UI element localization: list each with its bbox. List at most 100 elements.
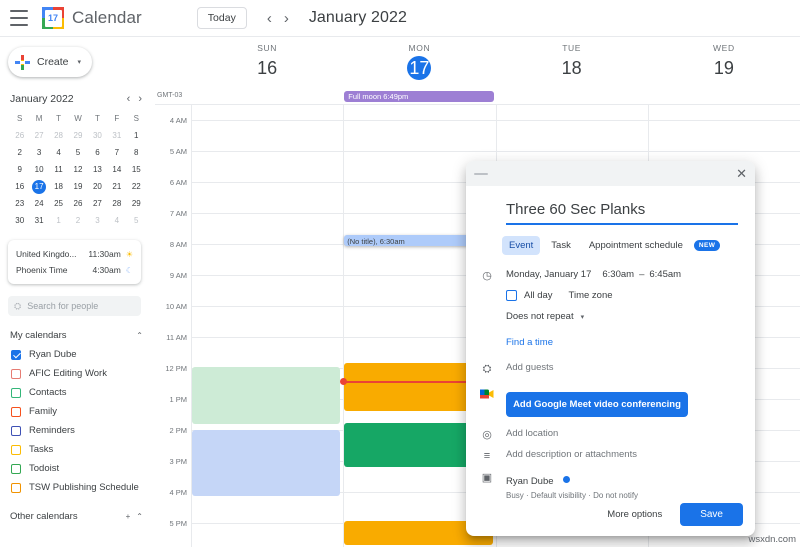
mini-calendar-day[interactable]: 2: [68, 214, 87, 228]
mini-calendar-day[interactable]: 25: [49, 197, 68, 211]
find-a-time-link[interactable]: Find a time: [506, 337, 553, 348]
chevron-up-icon-other[interactable]: ⌃: [133, 512, 146, 521]
more-options-button[interactable]: More options: [601, 504, 668, 525]
mini-calendar-day[interactable]: 5: [68, 146, 87, 160]
calendar-checkbox[interactable]: [11, 444, 21, 455]
calendar-checkbox[interactable]: [11, 368, 21, 379]
create-button[interactable]: Create ▾: [8, 47, 92, 77]
mini-calendar-day[interactable]: 12: [68, 163, 87, 177]
mini-calendar-day[interactable]: 28: [49, 129, 68, 143]
mini-calendar-day[interactable]: 11: [49, 163, 68, 177]
calendar-checkbox[interactable]: [11, 425, 21, 436]
mini-calendar-day[interactable]: 26: [10, 129, 29, 143]
calendar-list-item-7[interactable]: TSW Publishing Schedule: [0, 478, 155, 497]
add-location-row[interactable]: ◎ Add location: [482, 428, 741, 441]
chevron-up-icon[interactable]: ⌃: [133, 331, 146, 340]
add-description-row[interactable]: ≡ Add description or attachments: [484, 449, 741, 462]
mini-calendar-day[interactable]: 17: [32, 180, 47, 194]
all-day-row[interactable]: GMT-03 Full moon 6:49pm: [155, 89, 800, 105]
calendar-list-item-6[interactable]: Todoist: [0, 459, 155, 478]
drag-handle-icon[interactable]: [474, 172, 488, 175]
calendar-checkbox[interactable]: [11, 406, 21, 417]
mini-calendar-day[interactable]: 31: [29, 214, 48, 228]
calendar-list-item-0[interactable]: Ryan Dube: [0, 345, 155, 364]
day-header-wed[interactable]: WED 19: [648, 43, 800, 80]
mini-calendar-grid[interactable]: S M T W T F S 26 27 28 29 30 31 1 2 3 4 5 6 7 8 9 10 11 12 13 14 15…: [10, 112, 146, 228]
mini-calendar-day[interactable]: 9: [10, 163, 29, 177]
day-header-mon[interactable]: MON 17: [343, 43, 495, 80]
mini-calendar-day[interactable]: 3: [88, 214, 107, 228]
repeat-selector[interactable]: Does not repeat ▾: [506, 311, 741, 322]
mini-calendar-day[interactable]: 26: [68, 197, 87, 211]
add-other-calendar-icon[interactable]: +: [123, 512, 134, 521]
add-google-meet-button[interactable]: Add Google Meet video conferencing: [506, 392, 688, 417]
mini-calendar-day[interactable]: 4: [107, 214, 126, 228]
mini-calendar-day[interactable]: 24: [29, 197, 48, 211]
event-end-time[interactable]: 6:45am: [649, 269, 681, 280]
calendar-list-item-1[interactable]: AFIC Editing Work: [0, 364, 155, 383]
mini-calendar-day[interactable]: 10: [29, 163, 48, 177]
today-button[interactable]: Today: [196, 7, 247, 29]
mini-calendar-day[interactable]: 18: [49, 180, 68, 194]
mini-calendar-day[interactable]: 19: [68, 180, 87, 194]
mini-calendar-day[interactable]: 1: [127, 129, 146, 143]
mini-calendar-day[interactable]: 6: [88, 146, 107, 160]
mini-calendar-day[interactable]: 30: [10, 214, 29, 228]
all-day-checkbox[interactable]: [506, 290, 517, 301]
dialog-tab-appointment-schedule[interactable]: Appointment schedule: [582, 236, 690, 255]
mini-calendar-day[interactable]: 28: [107, 197, 126, 211]
all-day-event[interactable]: Full moon 6:49pm: [344, 91, 494, 102]
mini-calendar-day[interactable]: 4: [49, 146, 68, 160]
calendar-checkbox[interactable]: [11, 387, 21, 398]
other-calendars-header[interactable]: Other calendars + ⌃: [10, 511, 146, 522]
day-header-tue[interactable]: TUE 18: [496, 43, 648, 80]
calendar-list-item-4[interactable]: Reminders: [0, 421, 155, 440]
mini-calendar-day[interactable]: 15: [127, 163, 146, 177]
calendar-list-item-2[interactable]: Contacts: [0, 383, 155, 402]
mini-calendar-day[interactable]: 27: [88, 197, 107, 211]
mini-calendar-day[interactable]: 27: [29, 129, 48, 143]
search-people-input[interactable]: ⛭ Search for people: [8, 296, 141, 316]
event-title-input[interactable]: [506, 198, 738, 225]
mini-calendar-day[interactable]: 29: [127, 197, 146, 211]
mini-calendar-day[interactable]: 30: [88, 129, 107, 143]
mini-calendar-next-icon[interactable]: ›: [134, 93, 146, 105]
event-time-row[interactable]: ◷ Monday, January 17 6:30am – 6:45am: [482, 269, 741, 282]
next-period-icon[interactable]: ›: [278, 11, 295, 26]
calendar-checkbox[interactable]: [11, 463, 21, 474]
event-start-time[interactable]: 6:30am: [602, 269, 634, 280]
add-guests-placeholder[interactable]: Add guests: [506, 362, 554, 373]
mini-calendar-day[interactable]: 2: [10, 146, 29, 160]
dialog-header[interactable]: ✕: [466, 161, 755, 186]
calendar-checkbox[interactable]: [11, 349, 21, 360]
event-date[interactable]: Monday, January 17: [506, 269, 591, 280]
event-owner-row[interactable]: ▣ Ryan Dube Busy · Default visibility · …: [482, 471, 741, 500]
mini-calendar-day[interactable]: 8: [127, 146, 146, 160]
add-description-placeholder[interactable]: Add description or attachments: [506, 449, 637, 460]
calendar-event[interactable]: [192, 430, 341, 496]
mini-calendar-day[interactable]: 3: [29, 146, 48, 160]
mini-calendar-day[interactable]: 29: [68, 129, 87, 143]
mini-calendar-day[interactable]: 13: [88, 163, 107, 177]
calendar-checkbox[interactable]: [11, 482, 21, 493]
calendar-list-item-5[interactable]: Tasks: [0, 440, 155, 459]
mini-calendar-day[interactable]: 20: [88, 180, 107, 194]
time-zone-button[interactable]: Time zone: [569, 290, 613, 301]
mini-calendar-day[interactable]: 21: [107, 180, 126, 194]
mini-calendar-day[interactable]: 5: [127, 214, 146, 228]
mini-calendar-day[interactable]: 16: [10, 180, 29, 194]
close-icon[interactable]: ✕: [736, 167, 747, 180]
add-guests-row[interactable]: ⛭ Add guests: [483, 362, 741, 375]
mini-calendar-day[interactable]: 23: [10, 197, 29, 211]
mini-calendar-day[interactable]: 1: [49, 214, 68, 228]
save-button[interactable]: Save: [680, 503, 743, 526]
my-calendars-header[interactable]: My calendars ⌃: [10, 330, 146, 341]
mini-calendar-day[interactable]: 22: [127, 180, 146, 194]
mini-calendar-day[interactable]: 14: [107, 163, 126, 177]
main-menu-icon[interactable]: [10, 10, 30, 26]
dialog-tab-task[interactable]: Task: [544, 236, 578, 255]
dialog-tabs[interactable]: Event Task Appointment schedule NEW: [502, 236, 741, 255]
mini-calendar-prev-icon[interactable]: ‹: [123, 93, 135, 105]
calendar-event[interactable]: [192, 367, 341, 424]
day-header-sun[interactable]: SUN 16: [191, 43, 343, 80]
